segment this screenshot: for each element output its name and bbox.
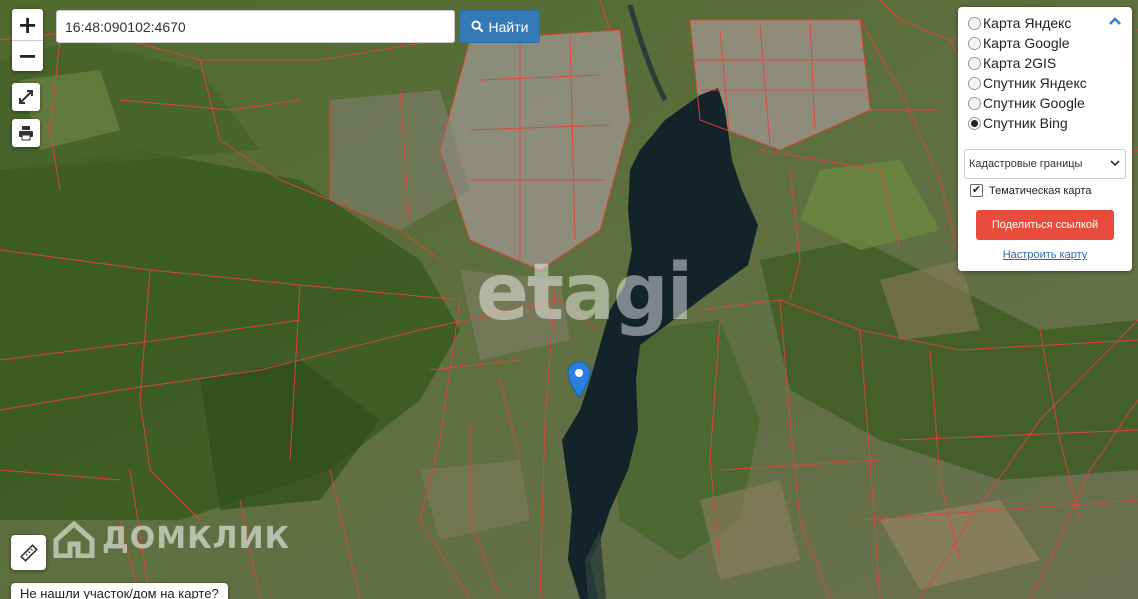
layer-option-label: Спутник Яндекс	[983, 75, 1087, 91]
radio-yandex-map[interactable]	[968, 16, 981, 30]
radio-2gis-map[interactable]	[968, 56, 981, 70]
layer-option-label: Карта Яндекс	[983, 15, 1072, 31]
layer-option-2gis-map[interactable]: Карта 2GIS	[968, 53, 1087, 73]
zoom-in-button[interactable]: +	[12, 9, 43, 40]
search-button-label: Найти	[488, 18, 529, 35]
share-link-button[interactable]: Поделиться ссылкой	[976, 210, 1114, 240]
radio-google-satellite[interactable]	[968, 96, 981, 110]
layer-option-google-satellite[interactable]: Спутник Google	[968, 93, 1087, 113]
not-found-button[interactable]: Не нашли участок/дом на карте?	[11, 583, 228, 599]
search-button[interactable]: Найти	[459, 10, 540, 43]
expand-icon	[19, 90, 33, 104]
domclick-watermark: ДОМКЛИК	[52, 518, 290, 558]
print-icon	[19, 126, 33, 141]
zoom-control: + −	[12, 9, 43, 71]
overlay-select[interactable]: Кадастровые границы	[964, 149, 1126, 179]
radio-bing-satellite[interactable]	[968, 116, 981, 130]
map-marker-icon[interactable]	[567, 361, 591, 399]
layer-option-yandex-satellite[interactable]: Спутник Яндекс	[968, 73, 1087, 93]
search-icon	[470, 20, 483, 33]
measure-button[interactable]	[11, 535, 46, 570]
layer-option-google-map[interactable]: Карта Google	[968, 33, 1087, 53]
radio-yandex-satellite[interactable]	[968, 76, 981, 90]
layer-option-yandex-map[interactable]: Карта Яндекс	[968, 13, 1087, 33]
domclick-watermark-text: ДОМКЛИК	[102, 520, 291, 556]
ruler-icon	[19, 543, 38, 562]
thematic-map-label: Тематическая карта	[989, 184, 1092, 197]
fullscreen-button[interactable]	[12, 83, 40, 111]
layer-option-label: Спутник Bing	[983, 115, 1068, 131]
chevron-up-icon[interactable]	[1108, 15, 1122, 27]
thematic-map-toggle[interactable]: ✔ Тематическая карта	[970, 184, 1091, 197]
configure-map-link[interactable]: Настроить карту	[958, 249, 1132, 261]
radio-google-map[interactable]	[968, 36, 981, 50]
layer-panel: Карта Яндекс Карта Google Карта 2GIS Спу…	[958, 7, 1132, 271]
base-layer-list: Карта Яндекс Карта Google Карта 2GIS Спу…	[968, 13, 1087, 133]
layer-option-label: Карта Google	[983, 35, 1070, 51]
etagi-watermark: etagi	[476, 248, 693, 338]
domclick-logo-icon	[53, 520, 95, 558]
layer-option-bing-satellite[interactable]: Спутник Bing	[968, 113, 1087, 133]
zoom-out-button[interactable]: −	[12, 40, 43, 71]
print-button[interactable]	[12, 119, 40, 147]
search-input[interactable]	[56, 10, 455, 43]
layer-option-label: Спутник Google	[983, 95, 1085, 111]
thematic-map-checkbox[interactable]: ✔	[970, 184, 983, 197]
layer-option-label: Карта 2GIS	[983, 55, 1057, 71]
